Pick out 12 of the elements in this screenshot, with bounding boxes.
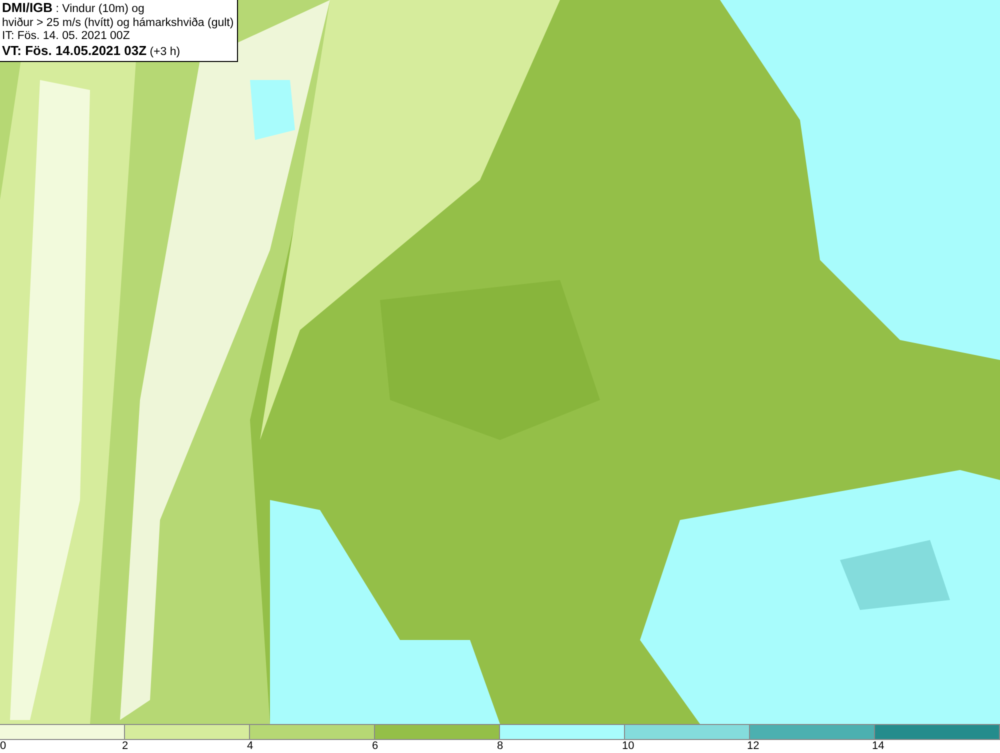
legend-tick-label: 10 — [622, 740, 634, 753]
info-text: VT: Fös. 14.05.2021 03Z (+3 h) — [2, 44, 182, 59]
legend-tick-label: 6 — [372, 740, 378, 753]
info-text: IT: Fös. 14. 05. 2021 00Z — [2, 30, 131, 44]
legend-tick-label: 4 — [247, 740, 254, 753]
info-text: DMI/IGB : Vindur (10m) og — [2, 1, 146, 16]
legend-tick-label: 8 — [497, 740, 504, 753]
info-text: hviður > 25 m/s (hvítt) og hámarkshviða (gult) — [2, 16, 234, 30]
legend-tick-label: 14 — [872, 740, 884, 753]
legend-tick-label: 12 — [747, 740, 760, 753]
legend-tick-label: 0 — [0, 740, 6, 753]
legend-tick-label: 2 — [122, 740, 128, 753]
